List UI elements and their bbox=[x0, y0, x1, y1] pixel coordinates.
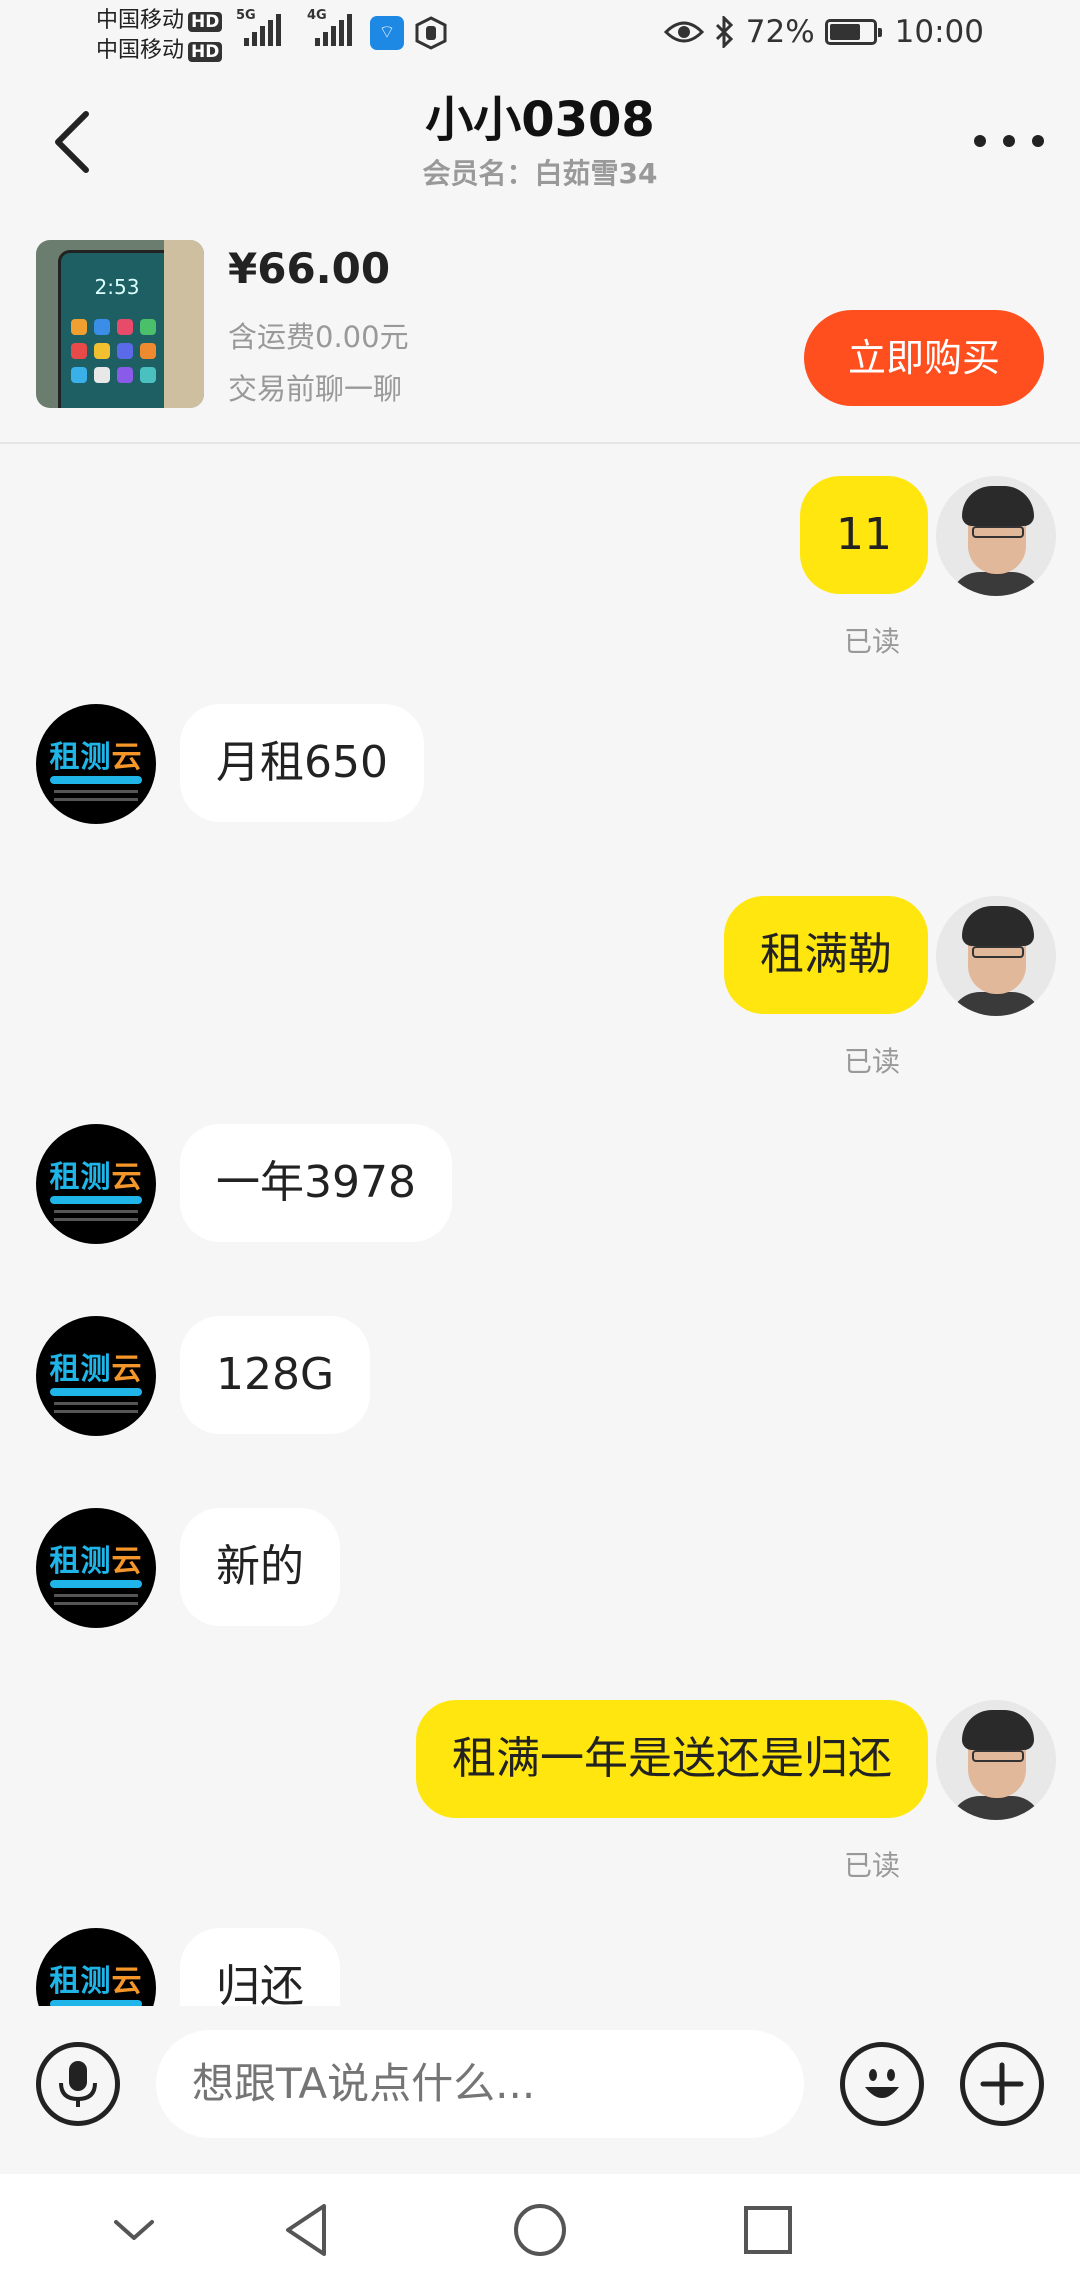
contact-avatar[interactable]: 租测云 bbox=[36, 1124, 156, 1244]
signal-5g-icon: 5G bbox=[236, 8, 281, 46]
nav-back-button[interactable] bbox=[278, 2200, 338, 2260]
message-bubble-incoming[interactable]: 128G bbox=[180, 1316, 371, 1434]
wifi-hotspot-icon: ⌔ bbox=[370, 16, 404, 50]
carrier-2: 中国移动 bbox=[96, 38, 185, 63]
signal-4g-icon: 4G bbox=[307, 8, 352, 46]
product-thumbnail[interactable]: 2:53 bbox=[36, 240, 204, 408]
voice-button[interactable] bbox=[36, 2042, 120, 2126]
hd-badge-1: HD bbox=[188, 12, 223, 32]
status-bar: 中国移动 HD 中国移动 HD 5G 4G ⌔ 72% 10:00 bbox=[0, 0, 1080, 72]
contact-avatar[interactable]: 租测云 bbox=[36, 704, 156, 824]
contact-avatar[interactable]: 租测云 bbox=[36, 1928, 156, 2006]
carrier-1: 中国移动 bbox=[96, 8, 185, 33]
nav-home-icon bbox=[514, 2204, 566, 2256]
battery-percent: 72% bbox=[745, 14, 815, 50]
signal-indicators: 5G 4G bbox=[236, 8, 352, 46]
member-name: 会员名：白茹雪34 bbox=[422, 157, 658, 190]
system-nav-bar bbox=[0, 2174, 1080, 2280]
message-input[interactable] bbox=[156, 2030, 804, 2138]
microphone-icon bbox=[59, 2061, 97, 2107]
input-bar bbox=[0, 2006, 1080, 2174]
nav-recents-button[interactable] bbox=[738, 2200, 798, 2260]
clock: 10:00 bbox=[894, 14, 984, 50]
message-bubble-outgoing[interactable]: 租满勒 bbox=[724, 896, 928, 1014]
emoji-button[interactable] bbox=[840, 2042, 924, 2126]
read-status: 已读 bbox=[843, 1849, 900, 1882]
eye-comfort-icon bbox=[663, 21, 704, 43]
bluetooth-icon bbox=[715, 16, 733, 48]
my-avatar[interactable] bbox=[936, 896, 1056, 1016]
my-avatar[interactable] bbox=[936, 1700, 1056, 1820]
hd-badge-2: HD bbox=[188, 42, 223, 62]
my-avatar[interactable] bbox=[936, 476, 1056, 596]
more-options-button[interactable] bbox=[974, 116, 1044, 166]
nav-back-icon bbox=[286, 2204, 326, 2256]
contact-avatar[interactable]: 租测云 bbox=[36, 1316, 156, 1436]
plus-button[interactable] bbox=[960, 2042, 1044, 2126]
chat-note: 交易前聊一聊 bbox=[228, 372, 403, 406]
security-shield-icon bbox=[415, 16, 447, 50]
product-card[interactable]: 2:53 ¥66.00 含运费0.00元 交易前聊一聊 立即购买 bbox=[0, 222, 1080, 444]
message-bubble-incoming[interactable]: 一年3978 bbox=[180, 1124, 452, 1242]
message-bubble-incoming[interactable]: 月租650 bbox=[180, 704, 424, 822]
buy-now-button[interactable]: 立即购买 bbox=[804, 310, 1044, 406]
message-bubble-incoming[interactable]: 新的 bbox=[180, 1508, 340, 1626]
chat-header: 小小0308 会员名：白茹雪34 bbox=[0, 72, 1080, 222]
chat-title: 小小0308 bbox=[425, 92, 655, 148]
carrier-info: 中国移动 HD 中国移动 HD bbox=[96, 6, 223, 66]
status-right: 72% 10:00 bbox=[663, 14, 984, 50]
collapse-button[interactable] bbox=[104, 2200, 164, 2260]
nav-recents-icon bbox=[744, 2206, 792, 2254]
message-bubble-outgoing[interactable]: 11 bbox=[800, 476, 928, 594]
more-dots-icon bbox=[974, 135, 986, 147]
emoji-icon bbox=[865, 2069, 899, 2098]
message-bubble-outgoing[interactable]: 租满一年是送还是归还 bbox=[416, 1700, 928, 1818]
message-bubble-incoming[interactable]: 归还 bbox=[180, 1928, 340, 2006]
nav-home-button[interactable] bbox=[510, 2200, 570, 2260]
collapse-icon bbox=[114, 2220, 154, 2240]
product-price: ¥66.00 bbox=[228, 244, 391, 293]
plus-icon bbox=[980, 2062, 1024, 2106]
read-status: 已读 bbox=[843, 625, 900, 658]
shipping-info: 含运费0.00元 bbox=[228, 320, 409, 354]
read-status: 已读 bbox=[843, 1045, 900, 1078]
contact-avatar[interactable]: 租测云 bbox=[36, 1508, 156, 1628]
battery-icon bbox=[824, 19, 882, 45]
message-list[interactable]: 11 已读 租测云 月租650 租满勒 已读 租测云 一年3978 租测云 12… bbox=[0, 444, 1080, 2006]
